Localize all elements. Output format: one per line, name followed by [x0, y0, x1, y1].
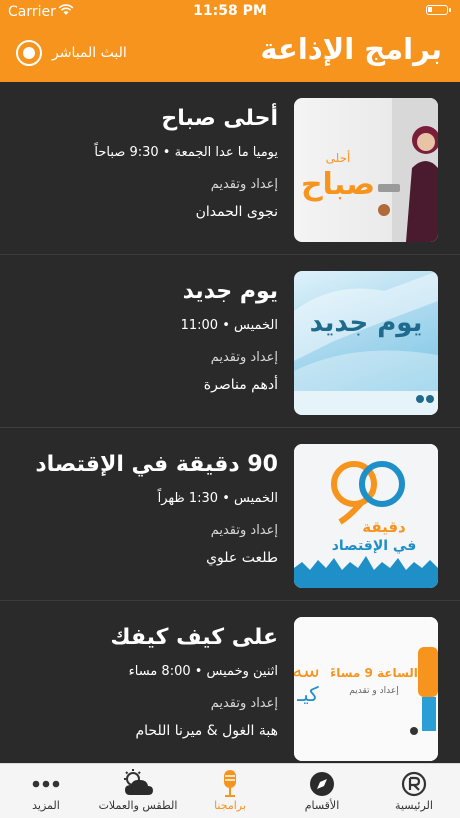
program-list: أحلى صباح أحلى صباح يوميا ما عدا الجمعة … [0, 82, 460, 774]
tab-sections[interactable]: الأقسام [276, 764, 368, 818]
live-broadcast-icon [16, 40, 42, 66]
tab-more[interactable]: المزيد [0, 764, 92, 818]
program-schedule: اثنين وخميس • 8:00 مساء [128, 664, 278, 679]
thumb-text: صباح [301, 167, 375, 202]
program-schedule: الخميس • 11:00 [180, 318, 278, 333]
program-title: 90 دقيقة في الإقتصاد [35, 452, 278, 477]
clock: 11:58 PM [193, 3, 267, 19]
thumb-text-2: إعداد و تقديم [349, 686, 398, 696]
compass-icon [310, 772, 334, 796]
thumb-text: الساعة 9 مساءً [330, 666, 418, 680]
tab-label: الأقسام [304, 799, 340, 812]
battery-icon [426, 5, 451, 15]
status-bar: Carrier 11:58 PM [0, 0, 460, 24]
program-schedule: الخميس • 1:30 ظهراً [157, 491, 278, 506]
tab-programs[interactable]: برامجنا [184, 764, 276, 818]
program-row[interactable]: يوم جديد يوم جديد الخميس • 11:00 إعداد و… [0, 255, 460, 428]
tab-label: المزيد [32, 799, 60, 812]
tab-bar: الرئيسية الأقسام برامجنا الطقس والعملات … [0, 763, 460, 818]
tab-home[interactable]: الرئيسية [368, 764, 460, 818]
thumb-text: يوم جديد [310, 308, 423, 338]
prep-label: إعداد وتقديم [210, 696, 278, 711]
tab-weather[interactable]: الطقس والعملات [92, 764, 184, 818]
program-title: أحلى صباح [161, 106, 278, 131]
thumb-text-2: في الإقتصاد [332, 538, 417, 554]
program-info: 90 دقيقة في الإقتصاد الخميس • 1:30 ظهراً… [28, 450, 278, 568]
microphone-icon [224, 770, 236, 797]
program-row[interactable]: الساعة 9 مساءً إعداد و تقديم سه كيـ على … [0, 601, 460, 774]
program-thumbnail: يوم جديد [294, 271, 438, 415]
program-row[interactable]: أحلى صباح أحلى صباح يوميا ما عدا الجمعة … [0, 82, 460, 255]
thumb-text: دقيقة [362, 518, 406, 536]
program-schedule: يوميا ما عدا الجمعة • 9:30 صباحاً [94, 145, 278, 160]
program-thumbnail: دقيقة في الإقتصاد [294, 444, 438, 588]
live-stream-label: البث المباشر [52, 45, 127, 61]
tab-label: الرئيسية [395, 799, 433, 812]
program-host: طلعت علوي [206, 550, 278, 566]
prep-label: إعداد وتقديم [210, 523, 278, 538]
tab-label: برامجنا [214, 799, 246, 812]
program-row[interactable]: دقيقة في الإقتصاد 90 دقيقة في الإقتصاد ا… [0, 428, 460, 601]
registered-icon [401, 771, 427, 797]
program-title: يوم جديد [182, 279, 278, 304]
nav-header: البث المباشر برامج الإذاعة [0, 24, 460, 82]
tab-label: الطقس والعملات [98, 799, 178, 812]
page-title: برامج الإذاعة [260, 32, 442, 66]
weather-icon [124, 769, 153, 795]
program-host: نجوى الحمدان [195, 204, 278, 220]
program-host: هبة الغول & ميرنا اللحام [135, 723, 278, 739]
program-thumbnail: الساعة 9 مساءً إعداد و تقديم سه كيـ [294, 617, 438, 761]
program-title: على كيف كيفك [110, 625, 278, 650]
more-icon [32, 780, 60, 788]
program-info: أحلى صباح يوميا ما عدا الجمعة • 9:30 صبا… [28, 104, 278, 222]
program-host: أدهم مناصرة [203, 377, 278, 393]
program-thumbnail: أحلى صباح [294, 98, 438, 242]
thumb-text-top: أحلى [326, 150, 351, 165]
prep-label: إعداد وتقديم [210, 177, 278, 192]
prep-label: إعداد وتقديم [210, 350, 278, 365]
live-stream-button[interactable]: البث المباشر [16, 39, 127, 67]
program-info: يوم جديد الخميس • 11:00 إعداد وتقديم أده… [28, 277, 278, 395]
program-info: على كيف كيفك اثنين وخميس • 8:00 مساء إعد… [28, 623, 278, 741]
thumb-text-4: كيـ [296, 682, 319, 706]
thumb-text-3: سه [294, 658, 320, 682]
